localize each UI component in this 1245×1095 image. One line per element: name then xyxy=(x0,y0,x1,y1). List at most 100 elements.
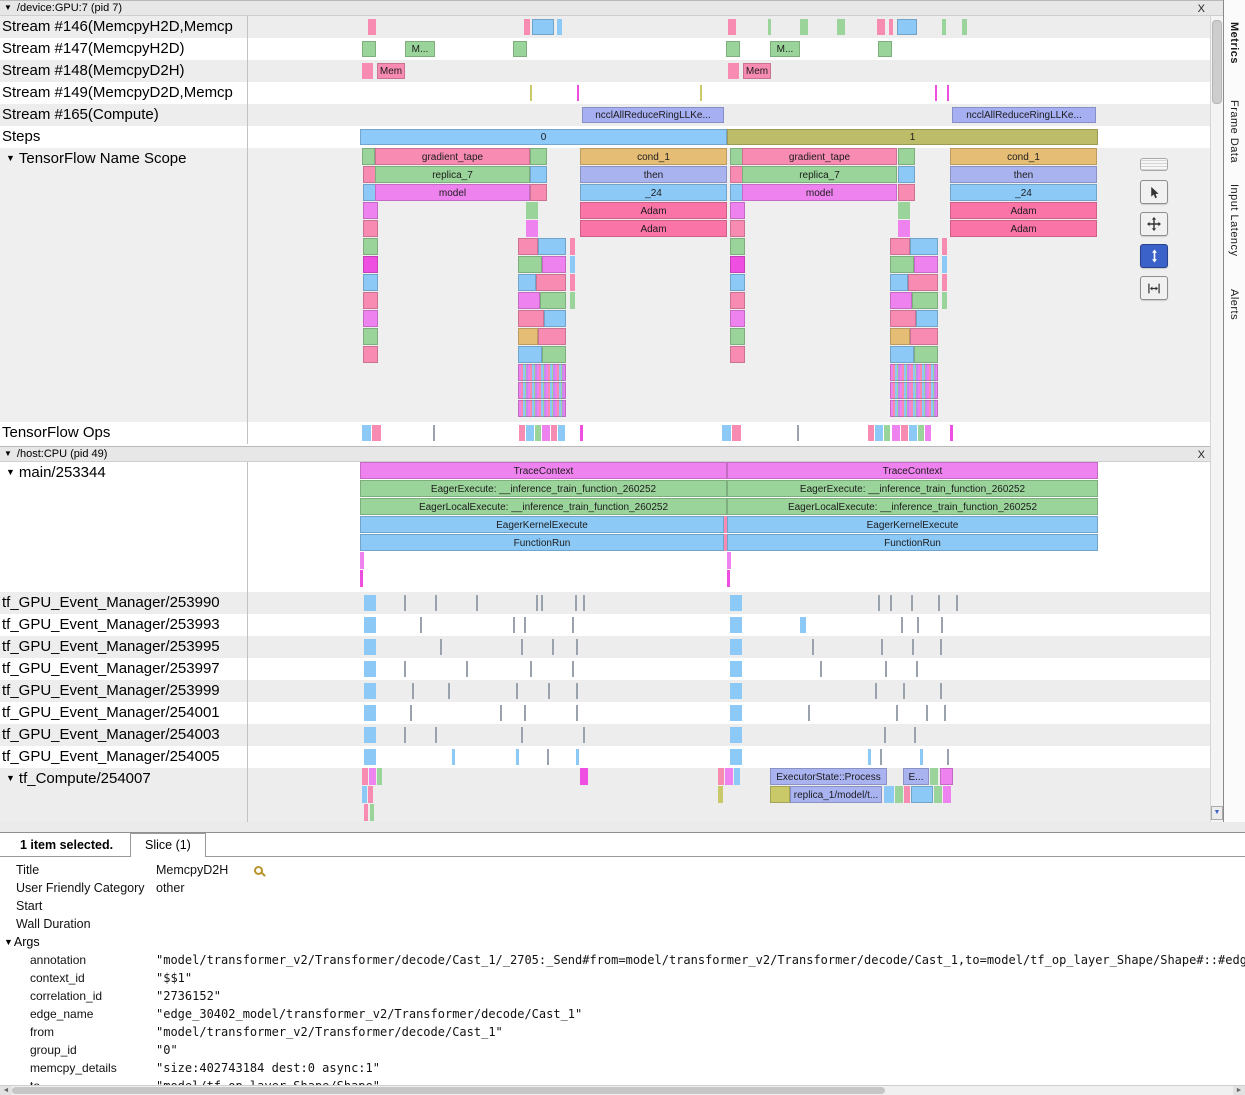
trace-event[interactable] xyxy=(868,749,871,765)
trace-event[interactable] xyxy=(362,41,376,57)
trace-event[interactable] xyxy=(518,328,538,345)
trace-event[interactable] xyxy=(797,425,799,441)
trace-event[interactable] xyxy=(363,346,378,363)
trace-event[interactable] xyxy=(940,639,942,655)
trace-event[interactable] xyxy=(914,346,938,363)
trace-event[interactable] xyxy=(538,238,566,255)
trace-event[interactable]: then xyxy=(950,166,1097,183)
trace-event[interactable] xyxy=(364,595,376,611)
trace-event[interactable]: replica_7 xyxy=(742,166,897,183)
trace-event[interactable] xyxy=(551,425,557,441)
trace-event[interactable] xyxy=(541,595,543,611)
pan-tool-button[interactable] xyxy=(1140,212,1168,236)
trace-event[interactable] xyxy=(727,552,731,569)
trace-event[interactable] xyxy=(726,41,740,57)
cpu-close-button[interactable]: X xyxy=(1198,448,1205,462)
trace-event[interactable] xyxy=(364,617,376,633)
trace-event[interactable] xyxy=(875,683,877,699)
trace-event[interactable] xyxy=(730,683,742,699)
trace-event[interactable] xyxy=(368,786,373,803)
gpu-close-button[interactable]: X xyxy=(1198,2,1205,16)
gpu-process-header[interactable]: ▼/device:GPU:7 (pid 7)X xyxy=(0,0,1223,16)
trace-event[interactable] xyxy=(734,768,740,785)
trace-event[interactable] xyxy=(930,768,938,785)
trace-event[interactable] xyxy=(800,19,808,35)
trace-event[interactable] xyxy=(372,425,381,441)
trace-event[interactable] xyxy=(364,705,376,721)
trace-event[interactable] xyxy=(583,727,585,743)
trace-event[interactable] xyxy=(524,19,530,35)
trace-event[interactable] xyxy=(916,661,918,677)
scroll-right-button[interactable]: ► xyxy=(1233,1086,1245,1095)
trace-event[interactable] xyxy=(530,184,547,201)
trace-event[interactable] xyxy=(542,346,566,363)
trace-event[interactable] xyxy=(875,425,883,441)
trace-event[interactable] xyxy=(516,749,519,765)
trace-event[interactable] xyxy=(962,19,967,35)
trace-event[interactable] xyxy=(362,768,368,785)
trace-event[interactable] xyxy=(940,768,953,785)
trace-event[interactable] xyxy=(435,727,437,743)
trace-event[interactable] xyxy=(909,425,917,441)
trace-event[interactable] xyxy=(890,346,914,363)
trace-event[interactable] xyxy=(552,639,554,655)
trace-event[interactable] xyxy=(942,274,947,291)
trace-event[interactable] xyxy=(530,85,532,101)
trace-event[interactable] xyxy=(364,639,376,655)
trace-event[interactable] xyxy=(898,202,910,219)
trace-event[interactable] xyxy=(377,768,382,785)
trace-event[interactable] xyxy=(557,19,562,35)
trace-event[interactable]: Adam xyxy=(950,202,1097,219)
trace-event[interactable] xyxy=(570,292,575,309)
trace-event[interactable] xyxy=(530,166,547,183)
trace-event[interactable]: 1 xyxy=(727,129,1098,145)
trace-event[interactable]: EagerKernelExecute xyxy=(727,516,1098,533)
trace-event[interactable] xyxy=(892,425,900,441)
trace-event[interactable] xyxy=(718,768,724,785)
trace-event[interactable] xyxy=(576,683,578,699)
side-tab-input-latency[interactable]: Input Latency xyxy=(1228,184,1240,257)
trace-event[interactable] xyxy=(895,786,903,803)
trace-event[interactable]: gradient_tape xyxy=(742,148,897,165)
trace-event[interactable] xyxy=(547,749,549,765)
trace-event[interactable] xyxy=(368,19,376,35)
trace-event[interactable] xyxy=(363,238,378,255)
trace-event[interactable] xyxy=(518,292,540,309)
trace-event[interactable] xyxy=(730,346,745,363)
trace-event[interactable]: 0 xyxy=(360,129,727,145)
trace-event[interactable] xyxy=(800,617,806,633)
trace-event[interactable] xyxy=(364,749,376,765)
side-tab-alerts[interactable]: Alerts xyxy=(1228,289,1240,320)
trace-event[interactable] xyxy=(362,63,373,79)
trace-event[interactable] xyxy=(730,238,745,255)
trace-event[interactable] xyxy=(466,661,468,677)
trace-event[interactable] xyxy=(877,19,885,35)
trace-event[interactable] xyxy=(535,425,541,441)
panel-divider[interactable] xyxy=(0,822,1245,833)
trace-event[interactable] xyxy=(728,19,736,35)
trace-event[interactable] xyxy=(903,683,905,699)
trace-event[interactable] xyxy=(532,19,554,35)
trace-event[interactable]: Mem xyxy=(377,63,405,79)
trace-event[interactable] xyxy=(878,41,892,57)
trace-event[interactable]: EagerExecute: __inference_train_function… xyxy=(360,480,727,497)
trace-event[interactable] xyxy=(360,552,364,569)
trace-event[interactable] xyxy=(518,364,566,381)
track-label-main-253344[interactable]: ▼main/253344 xyxy=(0,462,248,592)
trace-event[interactable] xyxy=(518,238,538,255)
horizontal-scrollbar-thumb[interactable] xyxy=(12,1087,885,1094)
track-label-tensorflow-name-scope[interactable]: ▼TensorFlow Name Scope xyxy=(0,148,248,422)
trace-event[interactable]: then xyxy=(580,166,727,183)
trace-event[interactable] xyxy=(362,786,367,803)
trace-event[interactable] xyxy=(947,85,949,101)
trace-event[interactable] xyxy=(901,617,903,633)
trace-event[interactable]: FunctionRun xyxy=(360,534,724,551)
trace-event[interactable] xyxy=(363,202,378,219)
trace-event[interactable] xyxy=(369,768,376,785)
trace-event[interactable]: Mem xyxy=(743,63,771,79)
trace-event[interactable] xyxy=(730,220,745,237)
trace-event[interactable] xyxy=(770,786,790,803)
trace-event[interactable] xyxy=(530,148,547,165)
trace-event[interactable] xyxy=(518,256,542,273)
trace-event[interactable] xyxy=(521,639,523,655)
